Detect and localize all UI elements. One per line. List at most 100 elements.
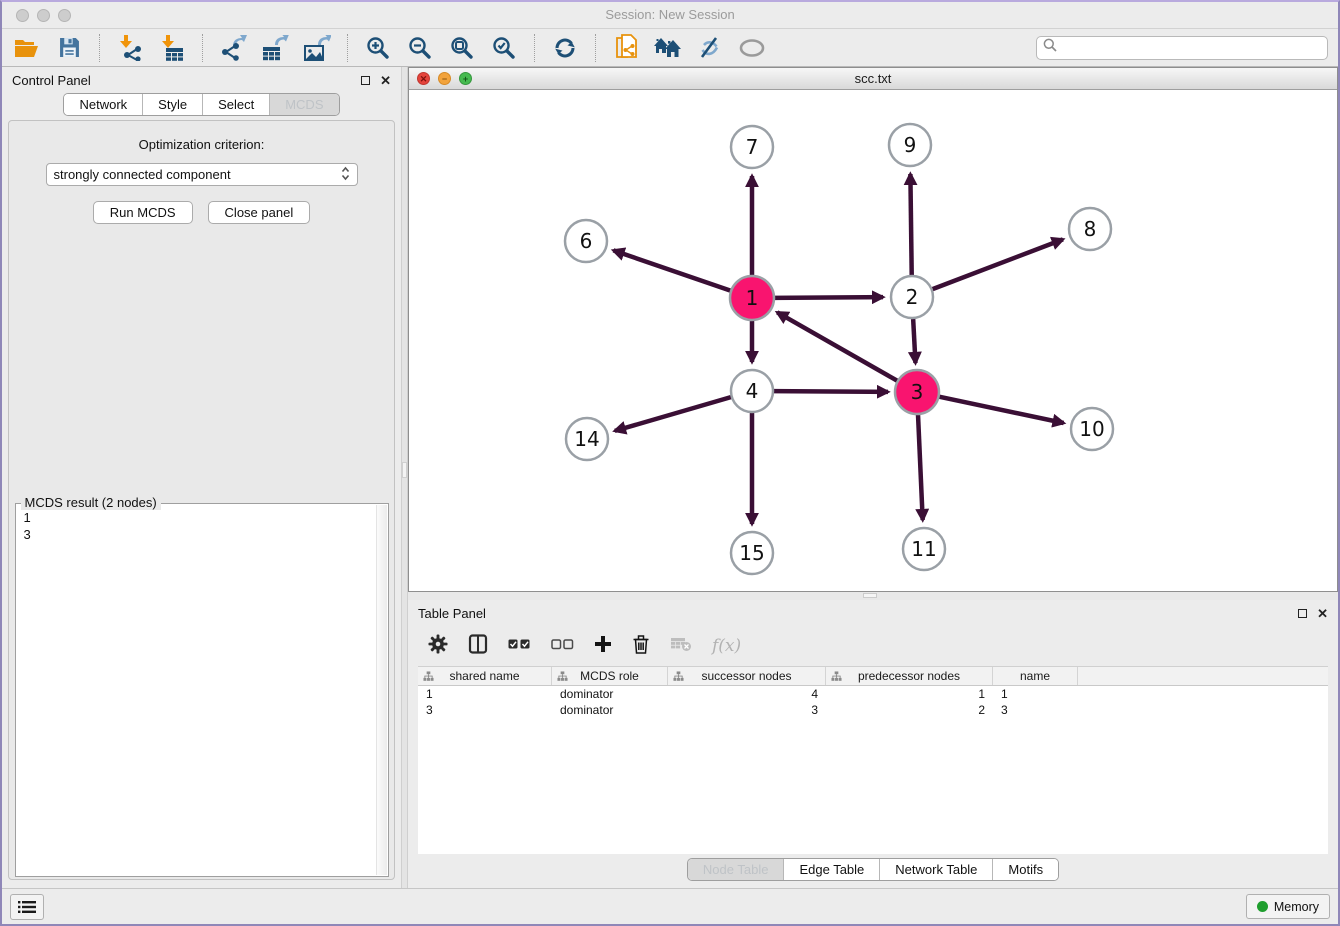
- toolbar-separator: [534, 34, 535, 62]
- eye-icon: [737, 33, 767, 63]
- function-icon: f(x): [712, 636, 741, 656]
- table-row[interactable]: 1dominator411: [418, 686, 1328, 702]
- close-view-icon[interactable]: ✕: [417, 72, 430, 85]
- tab-style[interactable]: Style: [143, 94, 203, 115]
- table-cell: 3: [418, 702, 552, 718]
- copy-network-icon[interactable]: [611, 33, 641, 63]
- zoom-fit-icon[interactable]: [447, 33, 477, 63]
- tab-motifs[interactable]: Motifs: [993, 859, 1058, 880]
- table-toolbar: f(x): [408, 626, 1338, 666]
- column-header-mcds-role[interactable]: MCDS role: [552, 667, 668, 685]
- graph-node-4[interactable]: 4: [731, 370, 773, 412]
- import-network-icon[interactable]: [115, 33, 145, 63]
- optimization-criterion-label: Optimization criterion:: [139, 137, 265, 152]
- edge-4-14[interactable]: [615, 397, 731, 431]
- refresh-icon[interactable]: [550, 33, 580, 63]
- graph-node-1[interactable]: 1: [730, 276, 774, 320]
- svg-text:7: 7: [746, 135, 759, 159]
- column-header-shared-name[interactable]: shared name: [418, 667, 552, 685]
- edge-1-2[interactable]: [774, 297, 883, 298]
- app-window: Session: New Session: [0, 0, 1340, 926]
- deselect-all-icon[interactable]: [551, 637, 574, 655]
- edge-2-3[interactable]: [913, 319, 915, 363]
- export-table-icon[interactable]: [260, 33, 290, 63]
- task-history-button[interactable]: [10, 894, 44, 920]
- edge-4-3[interactable]: [774, 391, 888, 392]
- tab-network[interactable]: Network: [64, 94, 143, 115]
- minimize-view-icon[interactable]: −: [438, 72, 451, 85]
- tab-network-table[interactable]: Network Table: [880, 859, 993, 880]
- zoom-selected-icon[interactable]: [489, 33, 519, 63]
- close-panel-button[interactable]: Close panel: [208, 201, 311, 224]
- column-header-predecessor-nodes[interactable]: predecessor nodes: [826, 667, 993, 685]
- column-header-successor-nodes[interactable]: successor nodes: [668, 667, 826, 685]
- edge-3-10[interactable]: [939, 397, 1064, 423]
- edge-3-1[interactable]: [777, 312, 898, 381]
- gear-icon[interactable]: [428, 634, 448, 659]
- add-icon[interactable]: [594, 635, 612, 658]
- edge-1-6[interactable]: [613, 250, 731, 290]
- run-mcds-button[interactable]: Run MCDS: [93, 201, 193, 224]
- search-icon: [1043, 38, 1057, 57]
- graph-node-11[interactable]: 11: [903, 528, 945, 570]
- optimization-criterion-select[interactable]: strongly connected component: [46, 163, 358, 186]
- toolbar-separator: [202, 34, 203, 62]
- network-canvas[interactable]: 7 9 6 8 1 2 4 3 14 10 15 11: [409, 90, 1337, 591]
- app-title: Session: New Session: [2, 2, 1338, 28]
- tab-mcds[interactable]: MCDS: [270, 94, 338, 115]
- graph-node-9[interactable]: 9: [889, 124, 931, 166]
- graph-node-10[interactable]: 10: [1071, 408, 1113, 450]
- minimize-window-icon[interactable]: [37, 9, 50, 22]
- export-network-icon[interactable]: [218, 33, 248, 63]
- select-all-icon[interactable]: [508, 637, 531, 655]
- float-panel-icon[interactable]: [1298, 609, 1307, 618]
- tab-select[interactable]: Select: [203, 94, 270, 115]
- table-tabs: Node TableEdge TableNetwork TableMotifs: [687, 858, 1059, 881]
- hide-icon[interactable]: [695, 33, 725, 63]
- graph-node-14[interactable]: 14: [566, 418, 608, 460]
- close-panel-icon[interactable]: ✕: [380, 74, 391, 87]
- graph-node-15[interactable]: 15: [731, 532, 773, 574]
- mcds-result-group: MCDS result (2 nodes) 13: [15, 503, 389, 877]
- tab-node-table[interactable]: Node Table: [688, 859, 785, 880]
- import-table-icon[interactable]: [157, 33, 187, 63]
- graph-node-3[interactable]: 3: [895, 370, 939, 414]
- column-header-name[interactable]: name: [993, 667, 1078, 685]
- svg-text:8: 8: [1084, 217, 1097, 241]
- vertical-splitter[interactable]: [401, 67, 408, 888]
- graph-node-6[interactable]: 6: [565, 220, 607, 262]
- memory-button[interactable]: Memory: [1246, 894, 1330, 919]
- export-image-icon[interactable]: [302, 33, 332, 63]
- graph-node-2[interactable]: 2: [891, 276, 933, 318]
- splitter-handle[interactable]: [863, 593, 877, 598]
- table-body: 1dominator4113dominator323: [418, 686, 1328, 718]
- zoom-out-icon[interactable]: [405, 33, 435, 63]
- float-panel-icon[interactable]: [361, 76, 370, 85]
- maximize-window-icon[interactable]: [58, 9, 71, 22]
- result-scrollbar[interactable]: [376, 505, 387, 875]
- tab-edge-table[interactable]: Edge Table: [784, 859, 880, 880]
- table-panel: Table Panel ✕: [408, 600, 1338, 888]
- control-panel: Control Panel ✕ NetworkStyleSelectMCDS O…: [2, 67, 401, 888]
- graph-node-7[interactable]: 7: [731, 126, 773, 168]
- splitter-handle[interactable]: [402, 462, 407, 478]
- horizontal-splitter[interactable]: [408, 592, 1338, 600]
- close-panel-icon[interactable]: ✕: [1317, 607, 1328, 620]
- search-input[interactable]: [1062, 40, 1321, 55]
- delete-icon[interactable]: [632, 634, 650, 659]
- graph-node-8[interactable]: 8: [1069, 208, 1111, 250]
- svg-text:15: 15: [739, 541, 764, 565]
- zoom-in-icon[interactable]: [363, 33, 393, 63]
- edge-3-11[interactable]: [918, 414, 923, 520]
- close-window-icon[interactable]: [16, 9, 29, 22]
- open-folder-icon[interactable]: [12, 33, 42, 63]
- home-icon[interactable]: [653, 33, 683, 63]
- maximize-view-icon[interactable]: +: [459, 72, 472, 85]
- edge-2-9[interactable]: [910, 174, 911, 275]
- svg-text:10: 10: [1079, 417, 1104, 441]
- table-row[interactable]: 3dominator323: [418, 702, 1328, 718]
- save-icon[interactable]: [54, 33, 84, 63]
- mcds-result-text[interactable]: 13: [16, 504, 388, 548]
- edge-2-8[interactable]: [933, 239, 1063, 289]
- columns-icon[interactable]: [468, 634, 488, 659]
